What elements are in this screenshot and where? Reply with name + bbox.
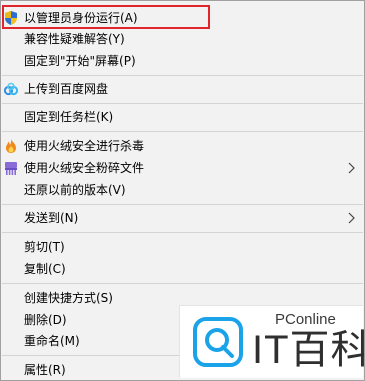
menu-item-cut[interactable]: 剪切(T)	[1, 236, 364, 258]
menu-item-label: 重命名(M)	[24, 334, 80, 348]
menu-item-pin-to-start[interactable]: 固定到"开始"屏幕(P)	[1, 50, 364, 72]
menu-item-label: 复制(C)	[24, 262, 66, 276]
menu-item-pin-to-taskbar[interactable]: 固定到任务栏(K)	[1, 106, 364, 128]
menu-item-label: 创建快捷方式(S)	[24, 291, 113, 305]
huorong-flame-icon	[6, 139, 16, 153]
menu-separator	[2, 204, 363, 205]
menu-separator	[2, 131, 363, 132]
menu-item-send-to[interactable]: 发送到(N)	[1, 207, 364, 229]
highlight-box	[2, 5, 210, 29]
menu-item-label: 发送到(N)	[24, 211, 79, 225]
huorong-shredder-icon	[5, 162, 17, 175]
baidu-netdisk-icon	[3, 82, 19, 96]
menu-item-label: 属性(R)	[24, 363, 66, 377]
watermark-title: IT百科	[252, 328, 365, 372]
menu-item-label: 还原以前的版本(V)	[24, 183, 126, 197]
menu-separator	[2, 283, 363, 284]
menu-item-copy[interactable]: 复制(C)	[1, 258, 364, 280]
menu-item-label: 兼容性疑难解答(Y)	[24, 32, 125, 46]
menu-item-upload-baidu-netdisk[interactable]: 上传到百度网盘	[1, 78, 364, 100]
context-menu: 以管理员身份运行(A) 兼容性疑难解答(Y) 固定到"开始"屏幕(P) 上传到百…	[0, 0, 365, 381]
menu-item-label: 使用火绒安全进行杀毒	[24, 139, 145, 153]
menu-separator	[2, 103, 363, 104]
menu-item-label: 使用火绒安全粉碎文件	[24, 161, 145, 175]
menu-separator	[2, 75, 363, 76]
chevron-right-icon	[348, 212, 355, 224]
pconline-logo-icon	[193, 317, 243, 367]
pconline-watermark: PConline IT百科	[179, 305, 365, 378]
menu-item-label: 固定到任务栏(K)	[24, 110, 114, 124]
menu-item-label: 上传到百度网盘	[24, 82, 109, 96]
watermark-brand: PConline	[275, 311, 336, 328]
menu-item-huorong-shred-file[interactable]: 使用火绒安全粉碎文件	[1, 157, 364, 179]
menu-item-troubleshoot-compatibility[interactable]: 兼容性疑难解答(Y)	[1, 28, 364, 50]
menu-item-huorong-antivirus-scan[interactable]: 使用火绒安全进行杀毒	[1, 135, 364, 157]
menu-separator	[2, 232, 363, 233]
menu-item-label: 删除(D)	[24, 313, 67, 327]
menu-item-restore-previous-versions[interactable]: 还原以前的版本(V)	[1, 179, 364, 201]
chevron-right-icon	[348, 162, 355, 174]
menu-item-label: 剪切(T)	[24, 240, 65, 254]
menu-item-label: 固定到"开始"屏幕(P)	[24, 54, 136, 68]
